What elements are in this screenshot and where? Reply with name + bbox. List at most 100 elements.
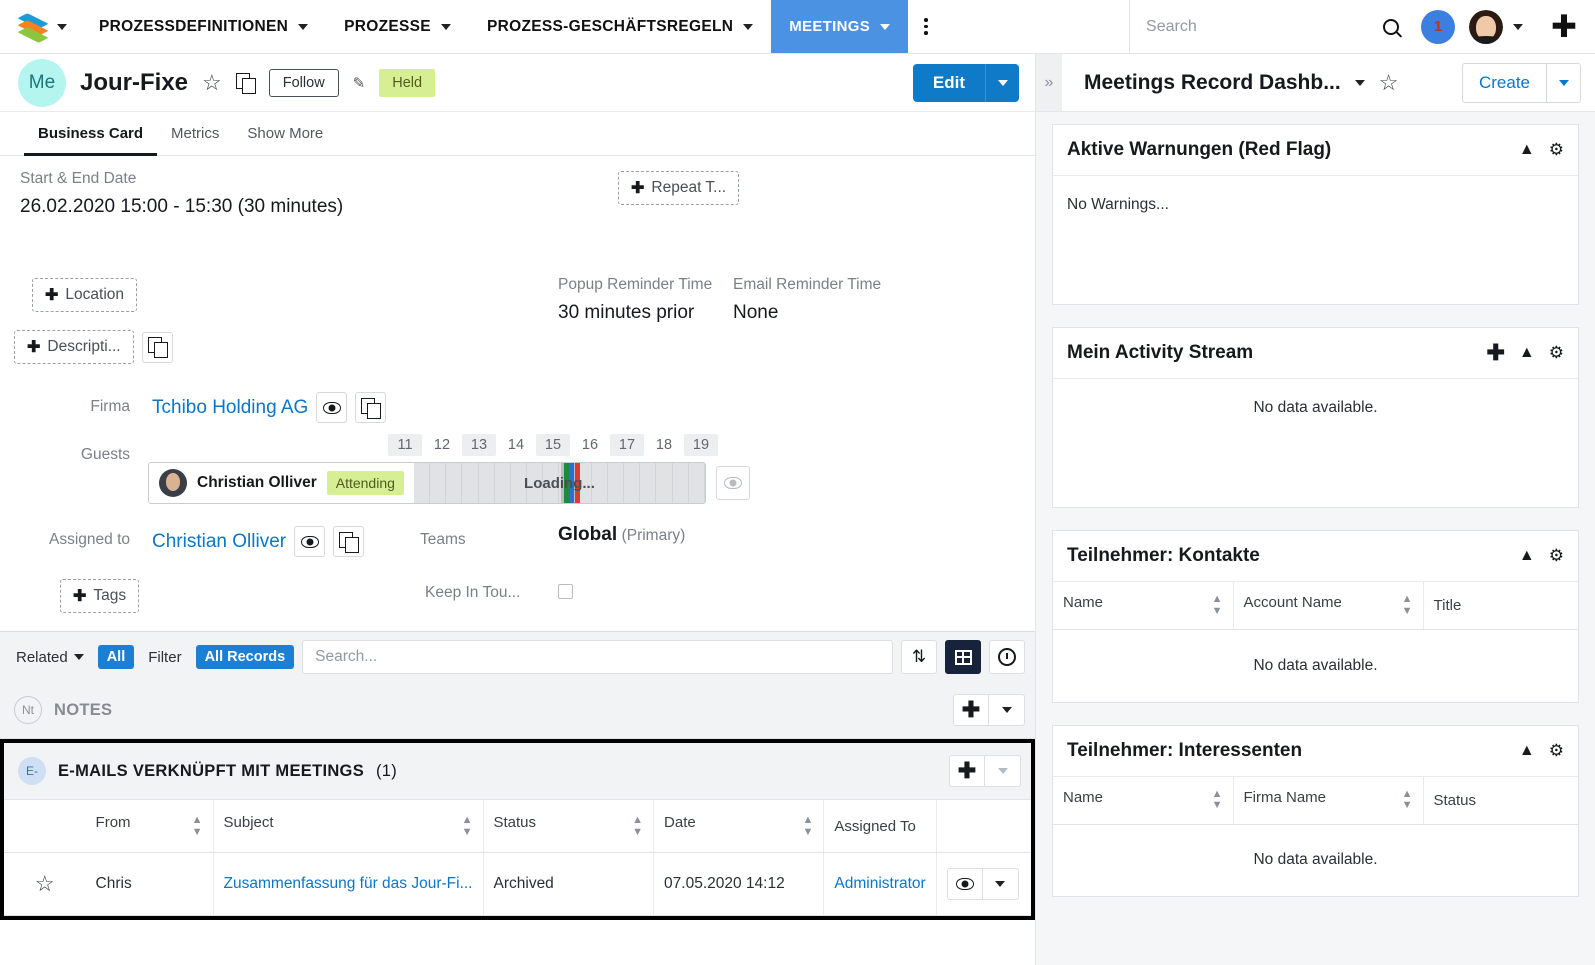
copy-icon[interactable]	[235, 72, 256, 94]
chevron-down-icon[interactable]	[743, 23, 754, 30]
table-row[interactable]: ☆ Chris Zusammenfassung für das Jour-Fi.…	[4, 852, 1031, 917]
firma-link[interactable]: Tchibo Holding AG	[152, 397, 308, 419]
tab-show-more[interactable]: Show More	[233, 112, 337, 155]
user-menu-chevron-down-icon[interactable]	[1513, 23, 1524, 30]
filter-label[interactable]: Filter	[142, 646, 187, 669]
sort-icon[interactable]: ▲ ▼	[1212, 788, 1223, 812]
related-dropdown[interactable]: Related	[10, 646, 90, 669]
subject-link[interactable]: Zusammenfassung für das Jour-Fi...	[224, 875, 473, 893]
tab-metrics[interactable]: Metrics	[157, 112, 233, 155]
create-dropdown[interactable]	[1547, 62, 1581, 103]
assigned-to-link[interactable]: Administrator	[834, 875, 925, 892]
filter-all-chip[interactable]: All	[97, 645, 135, 669]
sort-icon[interactable]: ▲ ▼	[803, 814, 814, 838]
edit-button[interactable]: Edit	[912, 63, 985, 102]
global-search[interactable]	[1130, 0, 1375, 53]
nav-item-prozessdefinitionen[interactable]: PROZESSDEFINITIONEN	[81, 0, 326, 53]
search-submit-button[interactable]	[1375, 18, 1407, 35]
col-name[interactable]: Name ▲ ▼	[1053, 776, 1234, 825]
collapse-chevron-up-icon[interactable]: ▲	[1519, 547, 1535, 565]
user-avatar[interactable]	[1469, 9, 1504, 44]
filter-all-records-chip[interactable]: All Records	[195, 645, 295, 669]
keep-in-touch-checkbox[interactable]	[558, 584, 573, 599]
col-date[interactable]: Date ▲ ▼	[653, 800, 825, 854]
create-button[interactable]: Create	[1461, 62, 1547, 103]
guest-identity[interactable]: Christian Olliver Attending	[149, 463, 414, 503]
assigned-to-link[interactable]: Christian Olliver	[152, 531, 286, 553]
add-location-button[interactable]: ✚ Location	[32, 278, 138, 312]
edit-pencil-icon[interactable]: ✎	[353, 74, 366, 92]
notes-panel-header[interactable]: Nt NOTES ✚	[0, 682, 1035, 739]
collapse-chevron-up-icon[interactable]: ▲	[1519, 344, 1535, 362]
favorite-star-icon[interactable]: ☆	[202, 71, 222, 94]
add-repeat-type-button[interactable]: ✚ Repeat T...	[618, 171, 740, 205]
firma-copy-button[interactable]	[355, 392, 387, 423]
timeline-view-button[interactable]	[989, 640, 1025, 674]
record-avatar[interactable]: Me	[18, 58, 66, 107]
plus-icon[interactable]: ✚	[1486, 342, 1504, 364]
guest-preview-button[interactable]	[716, 466, 750, 500]
assigned-to-copy-button[interactable]	[333, 526, 365, 557]
dashlet-mein-activity-stream: Mein Activity Stream ✚ ▲ ⚙ No data avail…	[1052, 327, 1579, 508]
refresh-button[interactable]: ⇅	[901, 640, 937, 674]
collapse-sidebar-icon[interactable]: »	[1036, 54, 1062, 111]
col-firma-name[interactable]: Firma Name ▲ ▼	[1233, 776, 1424, 825]
tab-business-card[interactable]: Business Card	[24, 112, 158, 156]
row-preview-button[interactable]	[946, 868, 983, 901]
col-account-name[interactable]: Account Name ▲ ▼	[1233, 582, 1424, 631]
guest-availability-timeline[interactable]: Loading...	[413, 463, 705, 503]
grid-view-button[interactable]	[945, 640, 981, 674]
collapse-chevron-up-icon[interactable]: ▲	[1519, 141, 1535, 159]
copy-description-button[interactable]	[141, 331, 173, 363]
chevron-down-icon	[73, 654, 84, 660]
app-logo[interactable]	[0, 0, 81, 53]
collapse-chevron-up-icon[interactable]: ▲	[1519, 742, 1535, 760]
chevron-down-icon[interactable]	[440, 23, 451, 30]
notes-add-button[interactable]: ✚	[953, 694, 989, 726]
sort-icon[interactable]: ▲ ▼	[632, 814, 643, 838]
sort-icon[interactable]: ▲ ▼	[1212, 593, 1223, 617]
gear-icon[interactable]: ⚙	[1549, 343, 1564, 363]
emails-more-dropdown[interactable]	[985, 755, 1021, 787]
firma-preview-button[interactable]	[316, 392, 348, 423]
col-from[interactable]: From ▲ ▼	[85, 800, 214, 854]
add-tags-button[interactable]: ✚ Tags	[60, 579, 140, 613]
nav-item-prozess-geschaeftsregeln[interactable]: PROZESS-GESCHÄFTSREGELN	[469, 0, 771, 53]
col-status[interactable]: Status	[1423, 776, 1578, 825]
col-subject[interactable]: Subject ▲ ▼	[213, 800, 484, 854]
assigned-to-preview-button[interactable]	[294, 526, 326, 557]
notification-badge[interactable]: 1	[1421, 9, 1456, 44]
gear-icon[interactable]: ⚙	[1549, 741, 1564, 761]
sort-icon[interactable]: ▲ ▼	[192, 814, 203, 838]
quick-create-plus-icon[interactable]: ✚	[1537, 11, 1595, 42]
col-name[interactable]: Name ▲ ▼	[1053, 582, 1234, 631]
status-badge[interactable]: Held	[379, 68, 436, 97]
sort-icon[interactable]: ▲ ▼	[1402, 788, 1413, 812]
col-assigned-to[interactable]: Assigned To	[823, 800, 937, 854]
related-search[interactable]	[302, 640, 893, 674]
sort-icon[interactable]: ▲ ▼	[462, 814, 473, 838]
chevron-down-icon[interactable]	[298, 23, 309, 30]
chevron-down-icon[interactable]	[880, 23, 891, 30]
dashboard-favorite-star-icon[interactable]: ☆	[1379, 71, 1399, 94]
emails-add-button[interactable]: ✚	[949, 755, 985, 787]
emails-panel-header[interactable]: E- E-MAILS VERKNÜPFT MIT MEETINGS (1) ✚	[4, 743, 1031, 800]
col-title[interactable]: Title	[1423, 582, 1578, 631]
sort-icon[interactable]: ▲ ▼	[1402, 593, 1413, 617]
logo-chevron-down-icon[interactable]	[57, 23, 67, 30]
favorite-star-icon[interactable]: ☆	[35, 871, 55, 896]
follow-button[interactable]: Follow	[268, 68, 339, 97]
nav-more-menu-icon[interactable]	[908, 0, 944, 53]
add-description-button[interactable]: ✚ Descripti...	[14, 330, 134, 364]
gear-icon[interactable]: ⚙	[1549, 140, 1564, 160]
dashboard-select-chevron-down-icon[interactable]	[1354, 79, 1365, 86]
row-more-dropdown[interactable]	[982, 868, 1019, 901]
search-input[interactable]	[1146, 17, 1360, 36]
gear-icon[interactable]: ⚙	[1549, 546, 1564, 566]
edit-actions-dropdown[interactable]	[985, 63, 1019, 102]
notes-more-dropdown[interactable]	[989, 694, 1025, 726]
nav-item-meetings[interactable]: MEETINGS	[771, 0, 909, 53]
nav-item-prozesse[interactable]: PROZESSE	[326, 0, 469, 53]
related-search-input[interactable]	[315, 648, 880, 666]
col-status[interactable]: Status ▲ ▼	[483, 800, 655, 854]
